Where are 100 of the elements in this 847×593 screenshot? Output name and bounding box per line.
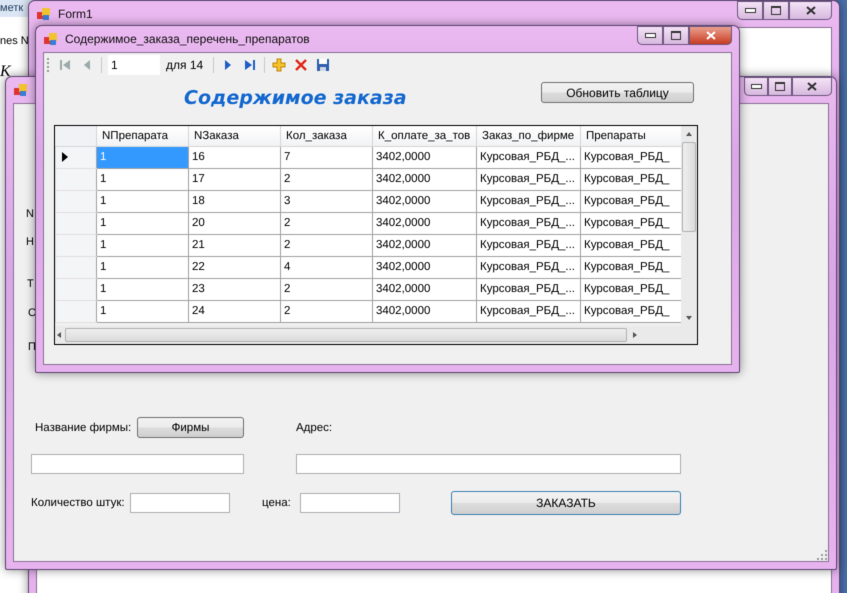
table-cell: 3402,0000	[372, 256, 476, 278]
table-cell: Курсовая_РБД_...	[476, 212, 580, 234]
column-header[interactable]: Заказ_по_фирме	[476, 126, 580, 146]
column-header[interactable]: Препараты	[580, 126, 681, 146]
scroll-left-icon[interactable]	[55, 331, 63, 339]
delete-icon[interactable]	[293, 56, 310, 72]
table-cell: Курсовая_РБД_	[580, 278, 681, 300]
close-button[interactable]	[789, 1, 832, 20]
record-count-label: для 14	[166, 58, 204, 72]
horizontal-scrollbar[interactable]	[55, 326, 697, 344]
field-label: Т	[27, 278, 34, 290]
position-field[interactable]: 1	[108, 54, 160, 74]
table-cell: 17	[188, 168, 280, 190]
close-button[interactable]	[792, 77, 832, 96]
add-icon[interactable]	[271, 56, 288, 72]
scroll-thumb[interactable]	[65, 328, 627, 342]
table-cell: 3402,0000	[372, 212, 476, 234]
resize-grip-icon[interactable]	[817, 550, 827, 560]
table-cell: 24	[188, 300, 280, 322]
firms-button[interactable]: Фирмы	[137, 417, 244, 438]
table-cell: 3	[280, 190, 372, 212]
table-cell: 20	[188, 212, 280, 234]
field-label: Количество штук:	[31, 497, 126, 509]
window-title: Form1	[58, 7, 93, 21]
table-cell: 7	[280, 146, 372, 168]
table-cell: Курсовая_РБД_	[580, 234, 681, 256]
maximize-button[interactable]	[768, 77, 792, 96]
input-field[interactable]	[300, 493, 400, 513]
table-cell: 3402,0000	[372, 278, 476, 300]
table-cell: Курсовая_РБД_...	[476, 278, 580, 300]
app-text: К	[0, 63, 12, 81]
column-header[interactable]: NПрепарата	[96, 126, 188, 146]
table-cell: 2	[280, 278, 372, 300]
input-field[interactable]	[296, 454, 681, 474]
table-cell: Курсовая_РБД_	[580, 212, 681, 234]
window-title: Содержимое_заказа_перечень_препаратов	[65, 32, 310, 46]
table-cell: 3402,0000	[372, 168, 476, 190]
table-cell: 2	[280, 300, 372, 322]
table-cell: Курсовая_РБД_...	[476, 300, 580, 322]
table-cell: 3402,0000	[372, 300, 476, 322]
close-icon	[807, 82, 817, 91]
table-cell: 1	[96, 146, 188, 168]
input-field[interactable]	[130, 493, 230, 513]
table-cell: 1	[96, 190, 188, 212]
order-button[interactable]: ЗАКАЗАТЬ	[451, 491, 681, 515]
table-cell: 23	[188, 278, 280, 300]
field-label: Н	[26, 236, 34, 248]
vertical-scrollbar[interactable]	[681, 126, 697, 326]
app-text: nes N	[0, 35, 30, 47]
table-cell: 4	[280, 256, 372, 278]
form-icon	[36, 6, 52, 22]
table-cell: 3402,0000	[372, 190, 476, 212]
table-cell: 1	[96, 278, 188, 300]
minimize-button[interactable]	[737, 1, 763, 20]
save-icon[interactable]	[315, 56, 332, 72]
table-cell: 16	[188, 146, 280, 168]
form-heading: Содержимое заказа	[184, 87, 407, 109]
close-icon	[706, 31, 716, 40]
scroll-thumb[interactable]	[682, 142, 696, 232]
form-icon	[13, 82, 29, 98]
field-label: N	[26, 208, 34, 220]
table-cell: 1	[96, 234, 188, 256]
maximize-button[interactable]	[763, 1, 789, 20]
table-cell: Курсовая_РБД_	[580, 190, 681, 212]
table-cell: 2	[280, 212, 372, 234]
scroll-right-icon[interactable]	[631, 331, 639, 339]
field-label: С	[28, 307, 36, 319]
table-cell: 3402,0000	[372, 146, 476, 168]
column-header[interactable]: NЗаказа	[188, 126, 280, 146]
table-cell: 1	[96, 300, 188, 322]
table-cell: Курсовая_РБД_...	[476, 168, 580, 190]
row-header[interactable]	[56, 146, 96, 168]
table-cell: 2	[280, 234, 372, 256]
minimize-button[interactable]	[637, 26, 663, 45]
current-row-icon	[62, 152, 68, 162]
table-cell: 21	[188, 234, 280, 256]
table-cell: 2	[280, 168, 372, 190]
maximize-button[interactable]	[663, 26, 689, 45]
table-cell: 3402,0000	[372, 234, 476, 256]
field-label: П	[28, 341, 36, 353]
refresh-button[interactable]: Обновить таблицу	[541, 82, 694, 103]
field-label: Название фирмы:	[34, 422, 132, 434]
table-cell: 22	[188, 256, 280, 278]
table-cell: 18	[188, 190, 280, 212]
scroll-up-icon[interactable]	[685, 130, 693, 138]
field-label: Адрес:	[296, 422, 332, 434]
minimize-button[interactable]	[744, 77, 768, 96]
table-cell: 1	[96, 256, 188, 278]
table-cell: Курсовая_РБД_	[580, 146, 681, 168]
input-field[interactable]	[31, 454, 244, 474]
table-cell: Курсовая_РБД_...	[476, 256, 580, 278]
column-header[interactable]: Кол_заказа	[280, 126, 372, 146]
table-cell: Курсовая_РБД_	[580, 300, 681, 322]
column-header[interactable]: К_оплате_за_тов	[372, 126, 476, 146]
close-button[interactable]	[689, 26, 732, 45]
table-cell: Курсовая_РБД_	[580, 256, 681, 278]
scroll-down-icon[interactable]	[685, 314, 693, 322]
table-cell: Курсовая_РБД_...	[476, 190, 580, 212]
form-icon	[43, 31, 59, 47]
table-cell: 1	[96, 212, 188, 234]
